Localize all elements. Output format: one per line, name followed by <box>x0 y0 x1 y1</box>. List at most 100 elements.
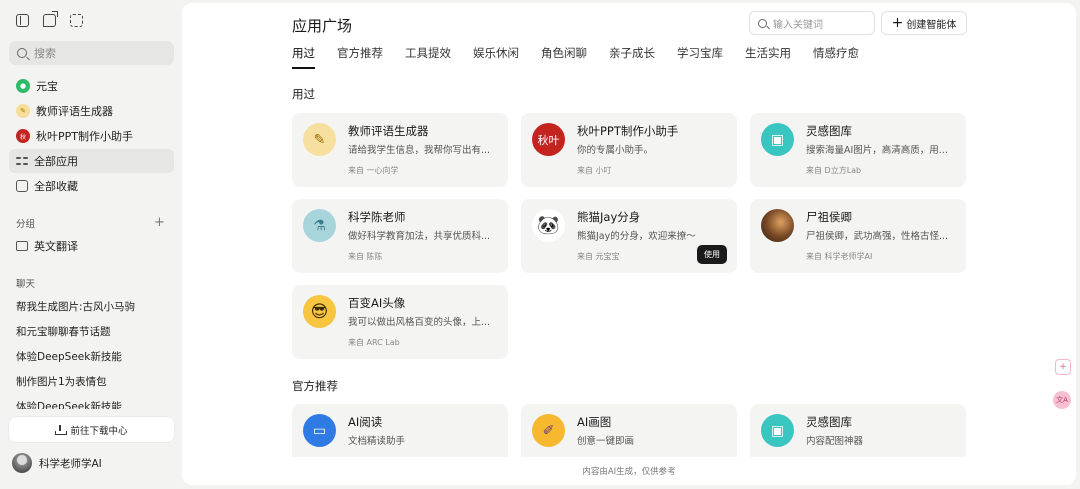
tab-emotional[interactable]: 情感疗愈 <box>813 45 859 69</box>
app-card-source: 来自 元宝宝 <box>577 252 620 261</box>
warrior-portrait-icon <box>761 209 794 242</box>
sidebar-item-teacher-comment[interactable]: ✎ 教师评语生成器 <box>9 99 174 123</box>
app-card-teacher-comment[interactable]: ✎ 教师评语生成器 请给我学生信息，我帮你写出有... 来自 一心向学 <box>292 113 508 187</box>
app-card-source: 来自 小叮 <box>577 166 612 175</box>
tab-official[interactable]: 官方推荐 <box>337 45 383 69</box>
app-card-source: 来自 科学老师学AI <box>806 252 873 261</box>
sidebar-item-label: 秋叶PPT制作小助手 <box>36 130 133 143</box>
app-card-desc: 尸祖侯卿，武功高强，性格古怪... <box>806 231 949 242</box>
create-agent-button[interactable]: + 创建智能体 <box>881 11 967 35</box>
grid-icon <box>16 155 28 167</box>
app-card-inspiration-gallery[interactable]: ▣ 灵感图库 搜索海量AI图片，高清高质，用... 来自 D立方Lab <box>750 113 966 187</box>
panda-icon: 🐼 <box>532 209 565 242</box>
app-card-panda-jay[interactable]: 🐼 熊猫Jay分身 熊猫Jay的分身，欢迎来撩～ 来自 元宝宝 使用 <box>521 199 737 273</box>
app-card-title: 熊猫Jay分身 <box>577 210 641 224</box>
sidebar-item-label: 元宝 <box>36 80 58 93</box>
app-card-desc: 做好科学教育加法，共享优质科... <box>348 231 491 242</box>
app-card-source: 来自 陈陈 <box>348 252 383 261</box>
app-card-title: 灵感图库 <box>806 415 852 429</box>
yuanbao-logo-icon: ● <box>16 79 30 93</box>
sidebar-item-label: 全部收藏 <box>34 180 78 193</box>
sidebar-item-yuanbao[interactable]: ● 元宝 <box>9 74 174 98</box>
plus-icon: + <box>891 15 904 31</box>
cool-emoji-icon: 😎 <box>303 295 336 328</box>
sidebar-search[interactable]: 搜索 <box>9 41 174 65</box>
sidebar-item-english-translation[interactable]: 英文翻译 <box>9 234 174 258</box>
app-card-desc: 熊猫Jay的分身，欢迎来撩～ <box>577 231 696 242</box>
chat-history-item[interactable]: 和元宝聊聊春节话题 <box>16 324 111 339</box>
sidebar-toolbar <box>16 11 83 27</box>
app-card-desc: 创意一键即画 <box>577 436 635 447</box>
download-center-button[interactable]: 前往下载中心 <box>9 417 174 442</box>
user-name: 科学老师学AI <box>39 457 102 470</box>
tab-used[interactable]: 用过 <box>292 45 315 69</box>
keyword-search-placeholder: 输入关键词 <box>773 19 823 31</box>
sidebar: 搜索 ● 元宝 ✎ 教师评语生成器 秋 秋叶PPT制作小助手 全部应用 全部收藏… <box>0 0 182 489</box>
app-card-shizu-houqing[interactable]: 尸祖侯卿 尸祖侯卿，武功高强，性格古怪... 来自 科学老师学AI <box>750 199 966 273</box>
tab-parenting[interactable]: 亲子成长 <box>609 45 655 69</box>
use-app-button[interactable]: 使用 <box>697 245 727 264</box>
user-profile[interactable]: 科学老师学AI <box>12 453 102 473</box>
folder-icon <box>16 241 28 251</box>
app-card-title: 秋叶PPT制作小助手 <box>577 124 679 138</box>
image-gallery-icon: ▣ <box>761 123 794 156</box>
image-gallery-icon: ▣ <box>761 414 794 447</box>
app-card-title: 尸祖侯卿 <box>806 210 852 224</box>
app-card-title: 百变AI头像 <box>348 296 406 310</box>
app-card-title: 灵感图库 <box>806 124 852 138</box>
new-chat-icon[interactable] <box>43 11 58 27</box>
download-icon <box>55 424 68 435</box>
tab-lifestyle[interactable]: 生活实用 <box>745 45 791 69</box>
tab-roleplay[interactable]: 角色闲聊 <box>541 45 587 69</box>
app-card-science-teacher[interactable]: ⚗ 科学陈老师 做好科学教育加法，共享优质科... 来自 陈陈 <box>292 199 508 273</box>
app-card-desc: 我可以做出风格百变的头像，上... <box>348 317 491 328</box>
tab-learning[interactable]: 学习宝库 <box>677 45 723 69</box>
translate-icon[interactable]: 文A <box>1053 391 1071 409</box>
chat-history-item[interactable]: 体验DeepSeek新技能 <box>16 399 122 409</box>
app-card-title: AI阅读 <box>348 415 383 429</box>
keyword-search-input[interactable]: 输入关键词 <box>749 11 875 35</box>
app-card-desc: 内容配图神器 <box>806 436 864 447</box>
page-title: 应用广场 <box>292 17 353 35</box>
app-card-source: 来自 ARC Lab <box>348 338 400 347</box>
section-official-title: 官方推荐 <box>292 379 338 393</box>
add-widget-icon[interactable]: + <box>1055 359 1071 375</box>
sidebar-item-qiuye-ppt[interactable]: 秋 秋叶PPT制作小助手 <box>9 124 174 148</box>
sidebar-item-label: 英文翻译 <box>34 240 78 253</box>
sidebar-search-placeholder: 搜索 <box>34 47 56 60</box>
toggle-sidebar-icon[interactable] <box>16 14 29 27</box>
sidebar-item-all-apps[interactable]: 全部应用 <box>9 149 174 173</box>
app-card-qiuye-ppt[interactable]: 秋叶 秋叶PPT制作小助手 你的专属小助手。 来自 小叮 <box>521 113 737 187</box>
search-icon <box>17 48 27 58</box>
app-card-source: 来自 D立方Lab <box>806 166 862 175</box>
add-group-icon[interactable]: + <box>154 215 165 230</box>
sidebar-item-label: 教师评语生成器 <box>36 105 113 118</box>
avatar <box>12 453 32 473</box>
app-card-title: AI画图 <box>577 415 612 429</box>
app-card-title: 科学陈老师 <box>348 210 406 224</box>
science-flasks-icon: ⚗ <box>303 209 336 242</box>
screenshot-icon[interactable] <box>70 14 83 27</box>
app-card-ai-avatar[interactable]: 😎 百变AI头像 我可以做出风格百变的头像，上... 来自 ARC Lab <box>292 285 508 359</box>
reader-icon: ▭ <box>303 414 336 447</box>
qiuye-logo-icon: 秋 <box>16 129 30 143</box>
paint-icon: ✐ <box>532 414 565 447</box>
chat-history-item[interactable]: 制作图片1为表情包 <box>16 374 107 389</box>
search-icon <box>758 18 767 28</box>
app-card-source: 来自 一心向学 <box>348 166 399 175</box>
bookmark-icon <box>16 180 28 192</box>
sidebar-item-all-favorites[interactable]: 全部收藏 <box>9 174 174 198</box>
chats-heading: 聊天 <box>16 279 36 290</box>
ai-disclaimer: 内容由AI生成，仅供参考 <box>182 457 1076 485</box>
chat-history-item[interactable]: 帮我生成图片:古风小马驹 <box>16 299 135 314</box>
groups-heading: 分组 <box>16 219 36 230</box>
app-card-desc: 搜索海量AI图片，高清高质，用... <box>806 145 948 156</box>
pen-paper-icon: ✎ <box>16 104 30 118</box>
tab-entertainment[interactable]: 娱乐休闲 <box>473 45 519 69</box>
chat-history-item[interactable]: 体验DeepSeek新技能 <box>16 349 122 364</box>
app-square-panel: 应用广场 输入关键词 + 创建智能体 用过 官方推荐 工具提效 娱乐休闲 角色闲… <box>182 3 1076 485</box>
app-card-desc: 请给我学生信息，我帮你写出有... <box>348 145 491 156</box>
tab-tools[interactable]: 工具提效 <box>405 45 451 69</box>
sidebar-item-label: 全部应用 <box>34 155 78 168</box>
section-used-title: 用过 <box>292 87 315 101</box>
